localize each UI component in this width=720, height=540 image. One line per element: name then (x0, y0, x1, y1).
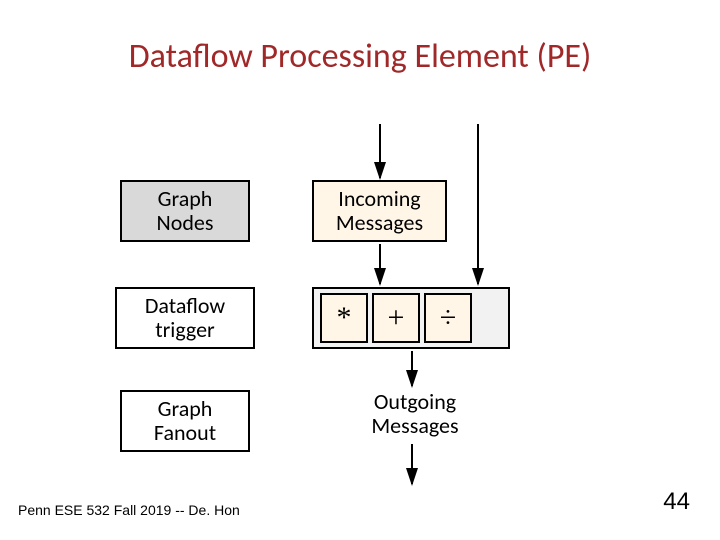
label-outgoing-messages: OutgoingMessages (340, 390, 490, 438)
diagram-arrows (0, 0, 720, 540)
box-incoming-messages: IncomingMessages (312, 180, 447, 242)
slide-footer: Penn ESE 532 Fall 2019 -- De. Hon (18, 502, 240, 518)
ops-container: * + ÷ (312, 287, 510, 349)
box-graph-fanout: GraphFanout (120, 390, 250, 452)
box-graph-nodes: GraphNodes (120, 180, 250, 242)
op-divide: ÷ (424, 293, 472, 343)
op-multiply: * (320, 293, 368, 343)
op-add: + (372, 293, 420, 343)
slide-title: Dataflow Processing Element (PE) (0, 36, 720, 77)
box-dataflow-trigger: Dataflowtrigger (115, 287, 255, 349)
page-number: 44 (663, 488, 690, 516)
